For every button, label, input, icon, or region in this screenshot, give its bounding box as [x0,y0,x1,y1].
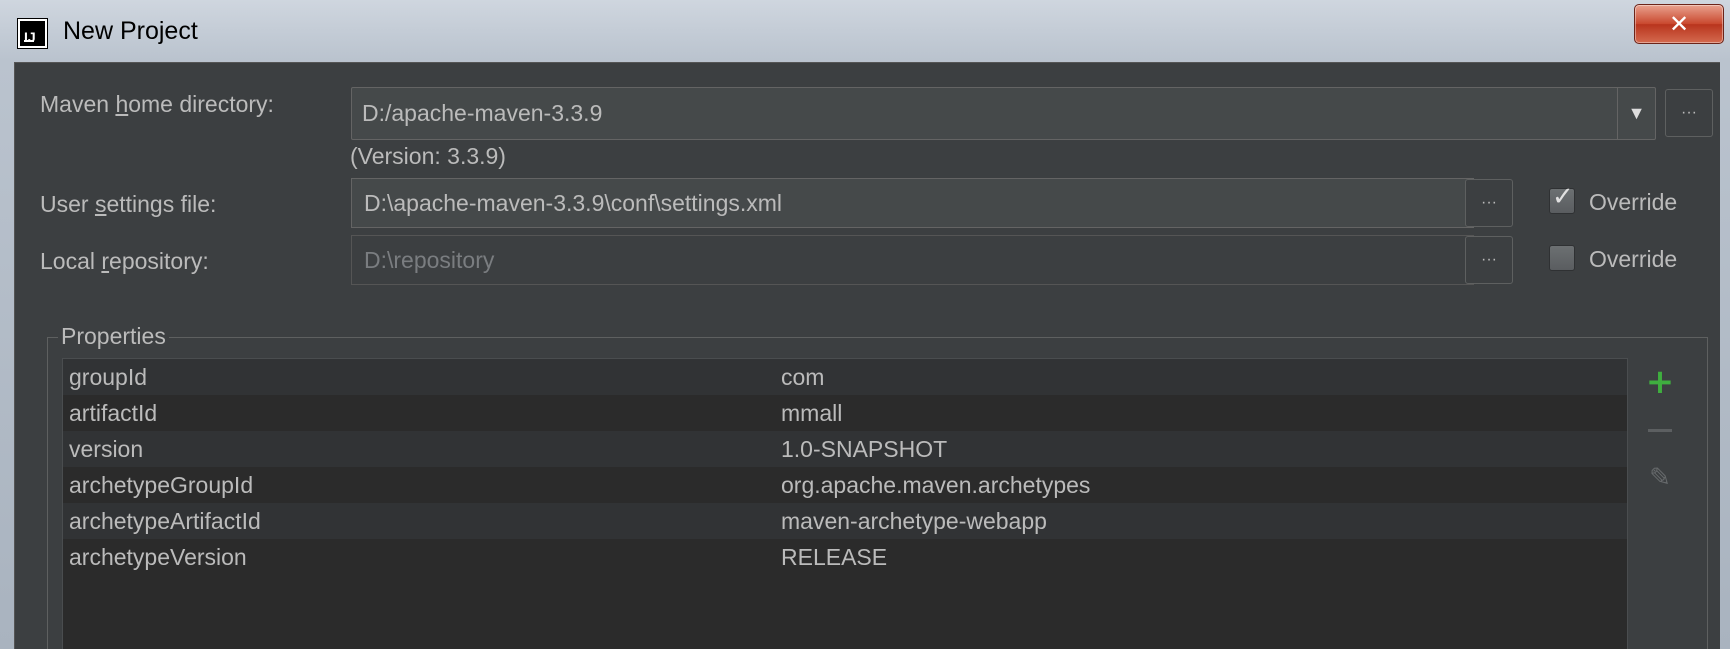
properties-title: Properties [58,323,169,350]
dropdown-arrow-button[interactable]: ▼ [1617,88,1655,139]
intellij-app-icon: IJ [17,18,48,49]
settings-override-checkbox[interactable]: ✓ [1549,182,1575,214]
minus-icon [1648,428,1672,432]
checkmark-icon: ✓ [1552,182,1574,212]
window-frame: IJ New Project ✕ Maven home directory: D… [0,0,1730,649]
pencil-icon: ✎ [1649,463,1671,493]
local-repository-value: D:\repository [364,247,495,273]
property-key: archetypeArtifactId [69,508,261,534]
table-row[interactable]: archetypeVersion RELEASE [63,539,1627,575]
settings-override-label: Override [1589,189,1678,215]
maven-home-label: Maven home directory: [40,91,274,117]
window-title: New Project [63,17,198,45]
maven-home-combobox[interactable]: D:/apache-maven-3.3.9 ▼ [351,87,1656,140]
property-key: archetypeGroupId [69,472,254,498]
user-settings-value: D:\apache-maven-3.3.9\conf\settings.xml [364,190,783,216]
user-settings-field[interactable]: D:\apache-maven-3.3.9\conf\settings.xml [351,178,1474,228]
close-icon: ✕ [1668,10,1690,38]
property-value: mmall [781,400,843,426]
property-key: artifactId [69,400,158,426]
maven-home-value: D:/apache-maven-3.3.9 [362,100,603,126]
property-key: archetypeVersion [69,544,247,570]
edit-property-button[interactable]: ✎ [1640,458,1680,498]
maven-home-browse-button[interactable]: ··· [1665,89,1713,137]
property-value: 1.0-SNAPSHOT [781,436,948,462]
properties-table[interactable]: groupId com artifactId mmall version 1.0… [62,358,1628,649]
repo-override-checkbox[interactable] [1549,245,1575,271]
add-property-button[interactable]: + [1640,362,1680,402]
table-row[interactable]: archetypeArtifactId maven-archetype-weba… [63,503,1627,539]
table-row[interactable]: artifactId mmall [63,395,1627,431]
property-value: com [781,364,825,390]
local-repository-browse-button[interactable]: ··· [1465,236,1513,284]
table-row[interactable]: groupId com [63,359,1627,395]
property-key: version [69,436,144,462]
user-settings-browse-button[interactable]: ··· [1465,179,1513,227]
property-key: groupId [69,364,148,390]
plus-icon: + [1645,362,1675,402]
dialog-content: Maven home directory: D:/apache-maven-3.… [14,62,1720,649]
repo-override-label: Override [1589,246,1678,272]
triangle-down-icon: ▼ [1627,103,1646,123]
user-settings-label: User settings file: [40,191,217,217]
local-repository-field[interactable]: D:\repository [351,235,1474,285]
table-row[interactable]: archetypeGroupId org.apache.maven.archet… [63,467,1627,503]
properties-toolbar: + ✎ [1632,358,1692,649]
maven-version-text: (Version: 3.3.9) [350,143,506,169]
properties-group: Properties groupId com artifactId mmall … [47,323,1708,649]
remove-property-button[interactable] [1640,410,1680,450]
local-repository-label: Local repository: [40,248,209,274]
property-value: org.apache.maven.archetypes [781,472,1091,498]
table-row[interactable]: version 1.0-SNAPSHOT [63,431,1627,467]
close-button[interactable]: ✕ [1634,4,1724,44]
property-value: RELEASE [781,544,888,570]
title-bar[interactable]: IJ New Project ✕ [0,0,1730,62]
property-value: maven-archetype-webapp [781,508,1047,534]
